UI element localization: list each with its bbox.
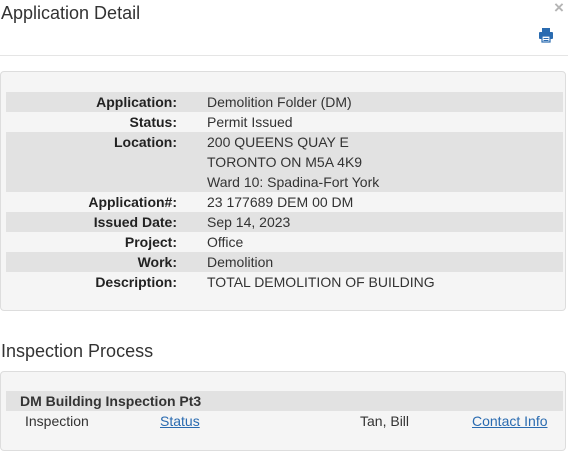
detail-row: Issued Date: Sep 14, 2023 [6,212,563,232]
detail-value: TOTAL DEMOLITION OF BUILDING [207,274,435,290]
detail-row: Location: 200 QUEENS QUAY E [6,132,563,152]
detail-row: Status: Permit Issued [6,112,563,132]
detail-gap [177,232,207,252]
detail-value: Office [207,234,244,250]
detail-gap [177,112,207,132]
detail-label [6,152,177,172]
inspection-group-title: DM Building Inspection Pt3 [6,391,563,411]
status-link[interactable]: Status [160,411,200,431]
inspector-name: Tan, Bill [360,413,410,429]
detail-gap [177,132,207,152]
detail-label: Project: [124,234,177,250]
detail-value: Demolition [207,252,563,272]
inspection-row: Inspection Status Tan, Bill Contact Info [6,411,563,431]
detail-gap [177,252,207,272]
detail-label: Status: [129,114,177,130]
detail-row: Description: TOTAL DEMOLITION OF BUILDING [6,272,563,292]
detail-label [6,172,177,192]
detail-value: TORONTO ON M5A 4K9 [207,152,563,172]
detail-row: Ward 10: Spadina-Fort York [6,172,563,192]
detail-label: Application#: [88,194,177,210]
detail-gap [177,92,207,112]
inspection-type: Inspection [25,413,89,429]
detail-label: Location: [6,132,177,152]
application-details-panel: Application: Demolition Folder (DM) Status… [0,71,566,311]
detail-label: Description: [95,274,177,290]
inspection-panel: DM Building Inspection Pt3 Inspection St… [0,371,566,451]
detail-value: 200 QUEENS QUAY E [207,132,563,152]
detail-label: Issued Date: [6,212,177,232]
printer-icon[interactable] [538,27,554,43]
detail-gap [177,192,207,212]
detail-gap [177,272,207,292]
inspection-section-title: Inspection Process [1,341,154,361]
detail-value: Ward 10: Spadina-Fort York [207,172,563,192]
detail-label: Work: [6,252,177,272]
detail-value: 23 177689 DEM 00 DM [207,194,354,210]
detail-row: Work: Demolition [6,252,563,272]
detail-gap [177,152,207,172]
detail-value: Permit Issued [207,114,293,130]
detail-label: Application: [6,92,177,112]
header-divider [0,55,568,56]
contact-info-link[interactable]: Contact Info [472,411,548,431]
detail-value: Demolition Folder (DM) [207,92,563,112]
detail-row: Application: Demolition Folder (DM) [6,92,563,112]
close-icon[interactable]: × [554,0,564,16]
detail-row: Application#: 23 177689 DEM 00 DM [6,192,563,212]
detail-row: Project: Office [6,232,563,252]
detail-gap [177,212,207,232]
detail-row: TORONTO ON M5A 4K9 [6,152,563,172]
detail-gap [177,172,207,192]
modal-title: Application Detail [1,3,141,23]
detail-value: Sep 14, 2023 [207,212,563,232]
application-details-table: Application: Demolition Folder (DM) Status… [6,92,563,292]
